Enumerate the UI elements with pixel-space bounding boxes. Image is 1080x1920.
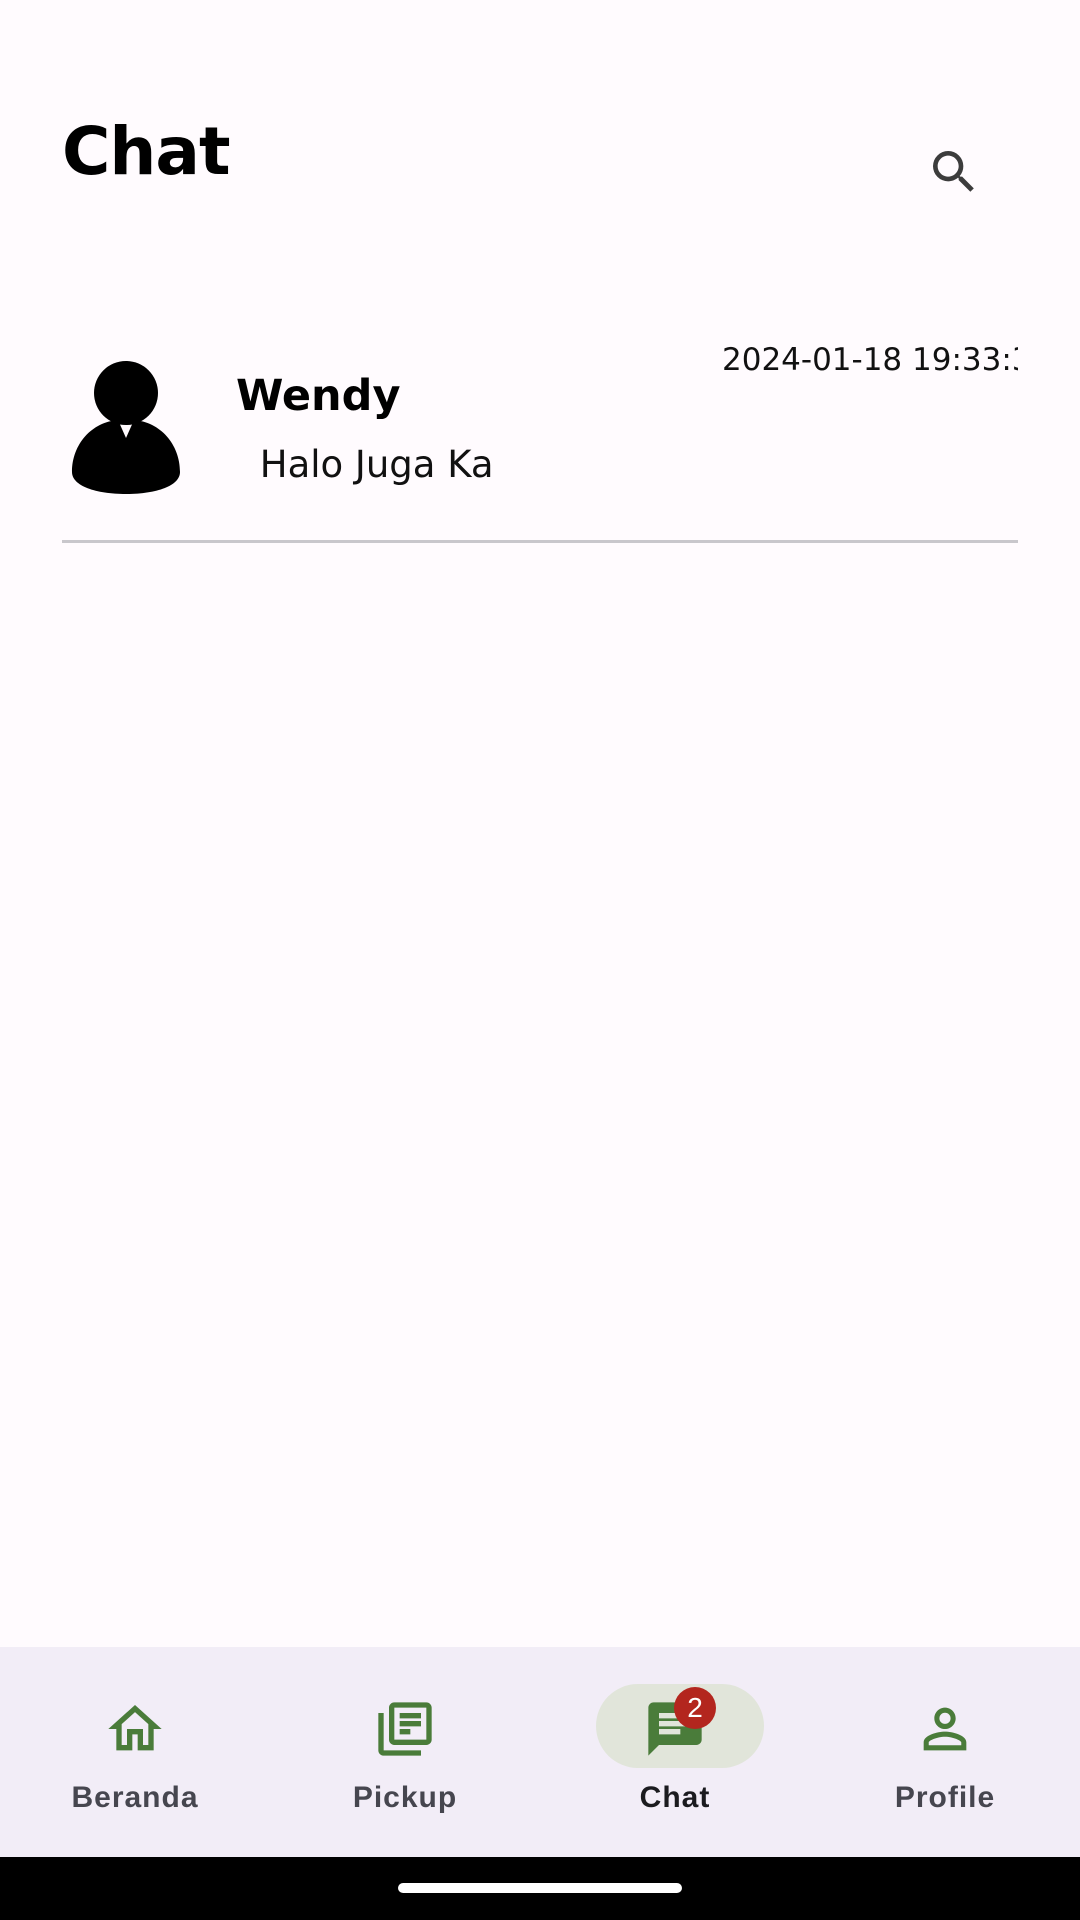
app-bar: Chat — [0, 70, 1080, 250]
nav-label: Chat — [639, 1781, 711, 1814]
nav-item-beranda[interactable]: Beranda — [0, 1647, 270, 1857]
unread-badge: 2 — [674, 1687, 716, 1729]
search-button[interactable] — [900, 118, 1008, 226]
home-gesture-handle[interactable] — [398, 1883, 682, 1893]
person-outline-icon — [923, 1707, 967, 1751]
system-navigation-bar — [0, 1857, 1080, 1920]
chat-list-item[interactable]: Wendy Halo Juga Ka 2024-01-18 19:33:38 — [62, 320, 1018, 543]
nav-item-chat[interactable]: Chat — [540, 1647, 810, 1857]
nav-label: Pickup — [352, 1781, 458, 1814]
chat-contact-name: Wendy — [236, 371, 401, 421]
chat-timestamp: 2024-01-18 19:33:38 — [722, 342, 1018, 378]
nav-item-profile[interactable]: Profile — [810, 1647, 1080, 1857]
nav-label: Beranda — [71, 1781, 199, 1814]
status-bar — [0, 0, 1080, 64]
home-icon — [108, 1705, 162, 1751]
search-icon — [933, 151, 974, 192]
nav-label: Profile — [894, 1781, 996, 1814]
chat-last-message: Halo Juga Ka — [248, 443, 494, 486]
person-icon — [72, 361, 180, 494]
page-title: Chat — [62, 113, 231, 190]
article-icon — [378, 1702, 432, 1756]
chat-list: Wendy Halo Juga Ka 2024-01-18 19:33:38 — [62, 320, 1018, 543]
bottom-navigation: Beranda Pickup Chat Profile — [0, 1647, 1080, 1857]
nav-item-pickup[interactable]: Pickup — [270, 1647, 540, 1857]
